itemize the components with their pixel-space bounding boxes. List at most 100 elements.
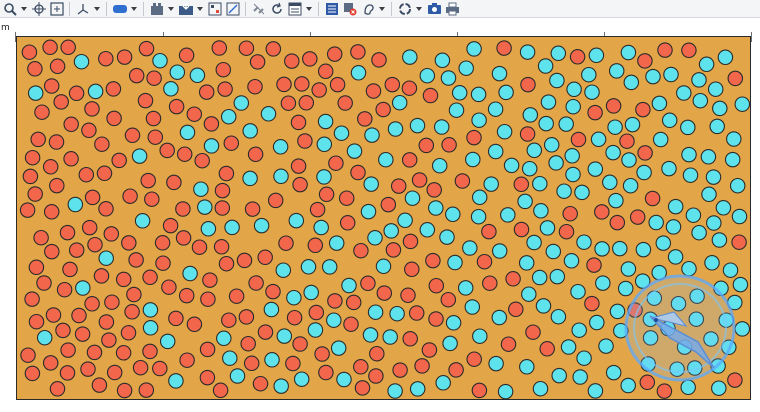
red-particle	[63, 116, 79, 133]
cyan-particle	[216, 330, 232, 347]
cyan-particle	[276, 328, 293, 344]
red-particle	[116, 49, 133, 65]
render-mode-button[interactable]	[112, 1, 128, 17]
toolbar-separator	[143, 1, 144, 16]
sound-dropdown[interactable]	[378, 1, 385, 17]
red-particle	[368, 368, 384, 384]
cyan-particle	[705, 169, 722, 185]
red-particle	[121, 235, 137, 251]
cyan-particle	[537, 58, 554, 74]
cyan-particle	[607, 119, 623, 135]
cyan-particle	[321, 259, 338, 275]
red-particle	[168, 98, 185, 115]
red-particle	[422, 87, 439, 104]
sound-button[interactable]	[360, 1, 376, 17]
cyan-particle	[300, 259, 317, 275]
red-particle	[402, 233, 419, 250]
camera-button[interactable]	[426, 1, 442, 17]
red-particle	[357, 111, 373, 127]
ruler-tick	[751, 32, 752, 42]
reset-rotation-button[interactable]	[269, 1, 285, 17]
cyan-particle	[518, 255, 535, 271]
cyan-particle	[532, 175, 548, 192]
red-particle	[505, 271, 521, 287]
cyan-particle	[551, 367, 567, 384]
cyan-particle	[581, 66, 597, 83]
red-particle	[411, 172, 428, 188]
red-particle	[159, 142, 175, 159]
cyan-particle	[445, 206, 461, 223]
cyan-particle	[428, 200, 444, 216]
red-particle	[338, 190, 355, 206]
cyan-particle	[193, 181, 209, 197]
cyan-particle	[503, 157, 520, 174]
rotate-view-control[interactable]	[612, 272, 747, 384]
red-particle	[428, 311, 444, 327]
cyan-particle	[521, 160, 538, 177]
clear-history-icon	[343, 2, 357, 16]
red-particle	[221, 312, 237, 328]
export-scene-button[interactable]	[178, 1, 194, 17]
scene-settings-button[interactable]	[149, 1, 165, 17]
zoom-dropdown[interactable]	[20, 1, 27, 17]
red-particle	[605, 98, 622, 114]
cyan-particle	[545, 243, 562, 260]
red-particle	[350, 44, 366, 60]
scene-settings-dropdown[interactable]	[167, 1, 174, 17]
red-particle	[218, 165, 235, 182]
red-particle	[63, 151, 79, 167]
axes-dropdown[interactable]	[93, 1, 100, 17]
pan-button[interactable]	[31, 1, 47, 17]
cyan-particle	[539, 220, 556, 236]
layout-window-dropdown[interactable]	[305, 1, 312, 17]
print-button[interactable]	[444, 1, 460, 17]
export-scene-dropdown[interactable]	[196, 1, 203, 17]
axes-button[interactable]	[75, 1, 91, 17]
cyan-particle	[451, 85, 468, 101]
red-particle	[122, 188, 138, 204]
red-particle	[380, 196, 397, 213]
cyan-particle	[564, 148, 580, 164]
cyan-particle	[409, 117, 426, 134]
cyan-particle	[587, 383, 604, 399]
measure-button[interactable]	[225, 1, 241, 17]
render-mode-dropdown[interactable]	[130, 1, 137, 17]
cyan-particle	[517, 193, 533, 210]
cyan-particle	[179, 124, 196, 141]
cyan-particle	[472, 328, 488, 344]
red-particle	[525, 324, 541, 340]
cyan-particle	[680, 119, 696, 136]
cyan-particle	[565, 166, 581, 183]
red-particle	[49, 177, 65, 194]
cyan-particle	[197, 199, 213, 215]
cyan-particle	[531, 269, 548, 286]
cyan-particle	[526, 234, 542, 251]
camera-icon	[427, 2, 442, 15]
cyan-particle	[576, 234, 592, 250]
red-particle	[681, 42, 697, 59]
red-particle	[309, 201, 326, 218]
cyan-particle	[220, 108, 237, 125]
recycle-button[interactable]	[397, 1, 413, 17]
cyan-particle	[622, 177, 639, 194]
hide-links-button[interactable]	[251, 1, 267, 17]
fit-view-button[interactable]	[49, 1, 65, 17]
recycle-dropdown[interactable]	[415, 1, 422, 17]
cyan-particle	[328, 235, 345, 251]
statistics-button[interactable]	[324, 1, 340, 17]
red-particle	[285, 355, 301, 372]
cyan-particle	[272, 139, 289, 155]
red-particle	[257, 324, 274, 340]
cyan-particle	[491, 309, 508, 326]
red-particle	[137, 92, 154, 109]
red-particle	[339, 215, 356, 231]
zoom-button[interactable]	[2, 1, 18, 17]
layout-window-button[interactable]	[287, 1, 303, 17]
cyan-particle	[549, 268, 566, 285]
clear-history-button[interactable]	[342, 1, 358, 17]
red-particle	[476, 253, 493, 270]
cyan-particle	[608, 63, 625, 79]
snap-grid-button[interactable]	[207, 1, 223, 17]
cyan-particle	[570, 283, 586, 300]
cyan-particle	[558, 116, 574, 132]
